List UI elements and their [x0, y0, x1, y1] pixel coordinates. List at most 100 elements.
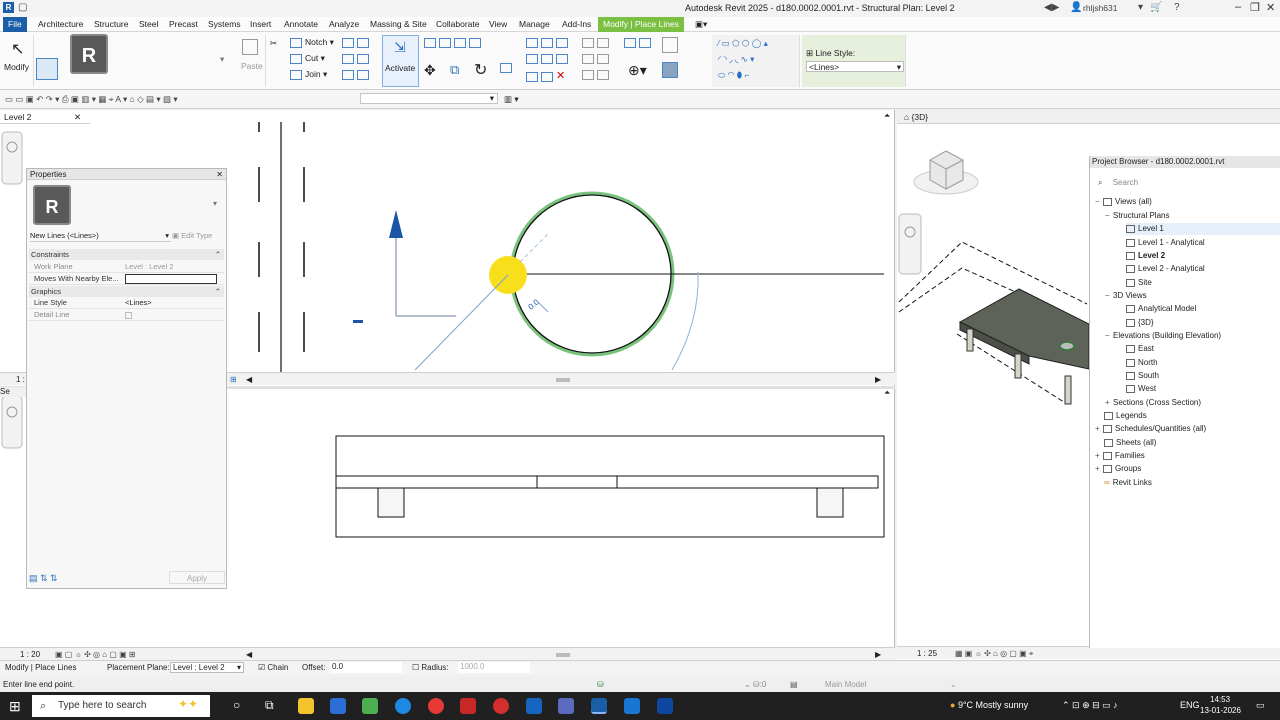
chevron-down-icon[interactable]: ▾ [213, 199, 217, 208]
tree-families[interactable]: + Families [1095, 450, 1145, 462]
moves-with-nearby-checkbox[interactable] [125, 274, 217, 284]
move-icon[interactable]: ✥ [424, 62, 436, 79]
tab-analyze[interactable]: Analyze [324, 17, 364, 32]
detail-line-checkbox[interactable] [125, 312, 132, 319]
tree-sections[interactable]: + Sections (Cross Section) [1105, 397, 1201, 409]
notch-button[interactable]: Notch ▾ [290, 37, 334, 48]
offset-input[interactable]: 0.0 [330, 662, 402, 673]
revit-taskbar-icon[interactable] [591, 698, 607, 714]
wall-joins-icons[interactable] [342, 69, 372, 80]
windows-start-icon[interactable]: ⊞ [9, 698, 21, 715]
cut-button[interactable]: Cut ▾ [290, 53, 325, 64]
tree-schedules[interactable]: + Schedules/Quantities (all) [1095, 423, 1206, 435]
chevron-down-icon[interactable]: ▾ [1138, 2, 1143, 13]
tree-sheets[interactable]: Sheets (all) [1104, 437, 1156, 449]
system-tray-icons[interactable]: ⌃ ⊡ ⊕ ⊟ ▭ ♪ [1062, 700, 1118, 711]
autocad-icon[interactable] [493, 698, 509, 714]
design-options-icon[interactable]: ⛁ [597, 678, 604, 692]
tab-systems[interactable]: Systems [203, 17, 246, 32]
tree-site[interactable]: Site [1126, 277, 1152, 289]
tree-3d-views[interactable]: −3D Views [1105, 290, 1147, 302]
line-style-dropdown[interactable]: <Lines> ▾ [806, 61, 904, 72]
view-control-icons[interactable]: ▦ ▣ ☼ ✣ ⌂ ◎ ▢ ▣ ⌖ [955, 647, 1033, 660]
tree-elevations[interactable]: − Elevations (Building Elevation) [1105, 330, 1221, 342]
modify-button[interactable]: Modify [4, 62, 29, 72]
workset-indicator[interactable]: ⌄ ⛁:0 [744, 678, 766, 692]
offset-icons[interactable] [526, 53, 571, 64]
edit-type-button[interactable]: ▣ Edit Type [172, 230, 212, 242]
3ds-app-icon[interactable] [330, 698, 346, 714]
tab-overflow-icon[interactable]: ▣▾ [690, 17, 712, 32]
work-plane-icon[interactable]: ⊕▾ [628, 62, 647, 79]
model-icon[interactable]: ▤ [790, 678, 798, 692]
cart-icon[interactable]: 🛒 [1150, 2, 1162, 13]
radius-input[interactable]: 1000.0 [458, 662, 530, 673]
maximize-icon[interactable]: ⏶ [884, 111, 890, 121]
close-icon[interactable]: ✕ [216, 169, 223, 180]
3d-view-scale[interactable]: 1 : 25 [917, 647, 937, 660]
main-model-label[interactable]: Main Model [825, 678, 866, 692]
tab-structure[interactable]: Structure [89, 17, 134, 32]
revit-2024-icon[interactable] [624, 698, 640, 714]
section-graphics[interactable]: Graphics ⌃ [29, 286, 224, 297]
tab-architecture[interactable]: Architecture [33, 17, 88, 32]
chevron-down-icon[interactable]: ⌄ [950, 678, 957, 692]
view-tools-icons[interactable] [582, 37, 612, 48]
notifications-icon[interactable]: ▭ [1256, 700, 1265, 711]
navigation-bar[interactable] [1, 131, 23, 185]
tab-add-ins[interactable]: Add-Ins [557, 17, 596, 32]
view-scale-mini[interactable]: 1 : [16, 373, 25, 386]
copy-icon[interactable]: ⧉ [450, 62, 459, 78]
tree-analytical-model[interactable]: Analytical Model [1126, 303, 1196, 315]
section-tab-stub[interactable]: Se [0, 387, 26, 397]
teams-icon[interactable] [558, 698, 574, 714]
create-icons[interactable] [662, 37, 681, 53]
acrobat-icon[interactable] [460, 698, 476, 714]
3d-box-icon[interactable] [662, 62, 681, 78]
scroll-right-icon[interactable]: ▶ [875, 373, 881, 386]
tab-view[interactable]: View [484, 17, 512, 32]
tab-precast[interactable]: Precast [164, 17, 203, 32]
quick-access-toolbar-icon[interactable]: ▢ [18, 2, 27, 13]
user-name[interactable]: rhljsh631 [1083, 3, 1118, 13]
weather-widget[interactable]: ● 9°C Mostly sunny [950, 700, 1028, 710]
draw-ellipse-row3-icons[interactable]: ⬭ ◠ ⬮ ⌐ [718, 70, 749, 81]
browser-search-input[interactable]: ⌕ Search [1098, 176, 1278, 189]
tree-groups[interactable]: + Groups [1095, 463, 1141, 475]
radius-checkbox[interactable]: ☐ Radius: [412, 661, 449, 675]
tree-east[interactable]: East [1126, 343, 1154, 355]
excel-icon[interactable] [362, 698, 378, 714]
close-icon[interactable]: ✕ [1266, 1, 1275, 14]
workset-dropdown[interactable]: ▾ [360, 93, 498, 104]
file-explorer-icon[interactable] [298, 698, 314, 714]
sort-icons[interactable]: ▤ ⇅ ⇅ [29, 573, 58, 584]
split-icons[interactable] [526, 37, 571, 48]
input-language[interactable]: ENG [1180, 700, 1200, 710]
paste-button[interactable]: Paste [241, 61, 263, 71]
geometry-tools-icons[interactable] [342, 37, 372, 48]
revit-app-icon[interactable]: R [3, 2, 14, 13]
quick-toolbar-icons[interactable]: ▭ ▭ ▣ ↶ ↷ ▾ ⎙ ▣ ▥ ▾ ▦ ⌖ A ▾ ⌂ ◇ ▤ ▾ ▧ ▾ [5, 94, 178, 105]
scissors-icon[interactable]: ✂ [270, 38, 277, 49]
navigation-bar[interactable] [1, 395, 23, 449]
user-icon[interactable]: 👤 [1070, 2, 1082, 13]
back-arrows-icon[interactable]: ◀▶ [1044, 2, 1059, 13]
rotate-icon[interactable]: ↻ [474, 60, 487, 80]
tree-level-1-analytical[interactable]: Level 1 - Analytical [1126, 237, 1205, 249]
trim-extend-icons[interactable] [500, 62, 515, 73]
restore-icon[interactable]: ❐ [1250, 1, 1260, 14]
cortana-icon[interactable]: ○ [233, 698, 240, 712]
measure-icons[interactable] [582, 69, 612, 80]
tree-north[interactable]: North [1126, 357, 1158, 369]
tree-views-all[interactable]: − Views (all) [1095, 196, 1152, 208]
type-selector-dropdown[interactable]: New Lines (<Lines>) ▾ [30, 230, 171, 242]
select-properties-icon[interactable] [36, 58, 58, 80]
temp-dimension-text[interactable]: 0.0 [527, 297, 542, 311]
tree-level-2[interactable]: Level 2 [1126, 250, 1165, 262]
task-view-icon[interactable]: ⧉ [265, 698, 274, 713]
tab-3d[interactable]: ⌂ {3D} [897, 110, 1280, 124]
tab-annotate[interactable]: Annotate [279, 17, 323, 32]
tree-south[interactable]: South [1126, 370, 1159, 382]
help-icon[interactable]: ? [1174, 2, 1180, 13]
scroll-left-icon[interactable]: ◀ [246, 373, 252, 386]
